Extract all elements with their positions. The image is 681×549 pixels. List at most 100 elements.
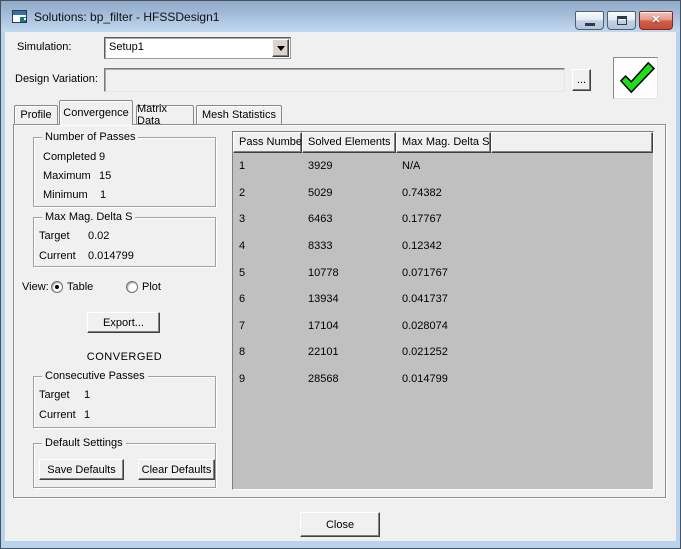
table-row: 7 17104 0.028074: [233, 313, 653, 340]
number-of-passes-legend: Number of Passes: [42, 131, 138, 143]
clear-defaults-button[interactable]: Clear Defaults: [138, 459, 215, 480]
default-settings-legend: Default Settings: [42, 437, 126, 449]
cell-pass: 2: [233, 187, 302, 199]
cell-delta: 0.74382: [396, 187, 491, 199]
minimum-label: Minimum: [43, 189, 88, 201]
cell-delta: 0.17767: [396, 213, 491, 225]
table-header-row: Pass Number Solved Elements Max Mag. Del…: [233, 132, 653, 153]
maximize-icon: [617, 16, 627, 25]
consecutive-target-value: 1: [84, 389, 90, 401]
table-row: 6 13934 0.041737: [233, 286, 653, 313]
max-mag-delta-s-group: Max Mag. Delta S Target 0.02 Current 0.0…: [33, 217, 216, 267]
completed-label: Completed: [43, 151, 96, 163]
consecutive-current-value: 1: [84, 409, 90, 421]
simulation-select[interactable]: Setup1: [104, 37, 291, 59]
maximum-value: 15: [99, 170, 111, 182]
close-button[interactable]: Close: [300, 512, 380, 537]
tab-matrix-data[interactable]: Matrix Data: [136, 105, 194, 124]
radio-table-label[interactable]: Table: [67, 281, 93, 293]
tab-convergence[interactable]: Convergence: [59, 100, 133, 125]
consecutive-current-label: Current: [39, 409, 76, 421]
table-body: 1 3929 N/A 2 5029 0.74382 3 6463 0.17767…: [233, 153, 653, 392]
column-header-solved-elements[interactable]: Solved Elements: [302, 132, 396, 153]
radio-plot-label[interactable]: Plot: [142, 281, 161, 293]
table-row: 9 28568 0.014799: [233, 366, 653, 393]
apply-check-button[interactable]: [613, 57, 658, 99]
column-header-max-mag-delta-s[interactable]: Max Mag. Delta S: [396, 132, 491, 153]
cell-delta: 0.014799: [396, 373, 491, 385]
radio-plot[interactable]: [126, 281, 138, 293]
save-defaults-button[interactable]: Save Defaults: [39, 459, 124, 480]
table-row: 1 3929 N/A: [233, 153, 653, 180]
cell-delta: 0.12342: [396, 240, 491, 252]
maximum-label: Maximum: [43, 170, 91, 182]
radio-selected-dot: [55, 285, 59, 289]
consecutive-passes-legend: Consecutive Passes: [42, 370, 148, 382]
export-button[interactable]: Export...: [87, 312, 160, 333]
tab-mesh-statistics-label: Mesh Statistics: [202, 109, 276, 121]
tab-profile-label: Profile: [20, 109, 51, 121]
cell-elements: 6463: [302, 213, 396, 225]
tab-matrix-data-label: Matrix Data: [137, 103, 193, 127]
cell-pass: 6: [233, 293, 302, 305]
cell-elements: 8333: [302, 240, 396, 252]
consecutive-target-label: Target: [39, 389, 70, 401]
delta-current-value: 0.014799: [88, 250, 134, 262]
cell-delta: 0.028074: [396, 320, 491, 332]
view-label: View:: [22, 281, 49, 293]
delta-target-label: Target: [39, 230, 70, 242]
solutions-dialog: Solutions: bp_filter - HFSSDesign1 ✕ Sim…: [0, 0, 681, 549]
number-of-passes-group: Number of Passes Completed 9 Maximum 15 …: [33, 137, 216, 207]
delta-target-value: 0.02: [88, 230, 109, 242]
close-window-button[interactable]: ✕: [639, 11, 673, 30]
column-header-blank: [491, 132, 653, 153]
design-variation-label: Design Variation:: [15, 73, 98, 85]
max-mag-delta-s-legend: Max Mag. Delta S: [42, 211, 135, 223]
simulation-selected-value: Setup1: [109, 41, 144, 53]
window-title: Solutions: bp_filter - HFSSDesign1: [34, 10, 219, 24]
design-variation-field[interactable]: [104, 68, 565, 92]
cell-delta: 0.021252: [396, 346, 491, 358]
minimum-value: 1: [100, 189, 106, 201]
browse-variation-button[interactable]: ...: [572, 69, 591, 91]
tab-profile[interactable]: Profile: [14, 105, 58, 124]
cell-pass: 8: [233, 346, 302, 358]
cell-elements: 28568: [302, 373, 396, 385]
tab-mesh-statistics[interactable]: Mesh Statistics: [196, 105, 282, 124]
minimize-button[interactable]: [575, 11, 604, 30]
checkmark-icon: [617, 61, 655, 95]
maximize-button[interactable]: [607, 11, 636, 30]
convergence-status: CONVERGED: [33, 351, 216, 363]
table-row: 5 10778 0.071767: [233, 259, 653, 286]
close-icon: ✕: [651, 15, 660, 26]
cell-elements: 5029: [302, 187, 396, 199]
default-settings-group: Default Settings Save Defaults Clear Def…: [33, 443, 216, 488]
minimize-icon: [585, 23, 595, 26]
cell-elements: 22101: [302, 346, 396, 358]
cell-elements: 13934: [302, 293, 396, 305]
column-header-pass-number[interactable]: Pass Number: [233, 132, 302, 153]
cell-elements: 3929: [302, 160, 396, 172]
cell-pass: 3: [233, 213, 302, 225]
table-row: 8 22101 0.021252: [233, 339, 653, 366]
radio-table[interactable]: [51, 281, 63, 293]
cell-pass: 9: [233, 373, 302, 385]
delta-current-label: Current: [39, 250, 76, 262]
cell-pass: 7: [233, 320, 302, 332]
completed-value: 9: [99, 151, 105, 163]
cell-pass: 1: [233, 160, 302, 172]
cell-pass: 5: [233, 267, 302, 279]
table-row: 3 6463 0.17767: [233, 206, 653, 233]
title-bar[interactable]: Solutions: bp_filter - HFSSDesign1 ✕: [1, 1, 680, 32]
cell-pass: 4: [233, 240, 302, 252]
convergence-table: Pass Number Solved Elements Max Mag. Del…: [232, 131, 654, 490]
cell-delta: 0.041737: [396, 293, 491, 305]
table-row: 4 8333 0.12342: [233, 233, 653, 260]
cell-delta: 0.071767: [396, 267, 491, 279]
cell-elements: 10778: [302, 267, 396, 279]
simulation-label: Simulation:: [17, 41, 71, 53]
tab-convergence-label: Convergence: [63, 107, 128, 119]
dropdown-arrow-icon[interactable]: [272, 39, 289, 57]
cell-delta: N/A: [396, 160, 491, 172]
app-icon: [12, 9, 28, 25]
